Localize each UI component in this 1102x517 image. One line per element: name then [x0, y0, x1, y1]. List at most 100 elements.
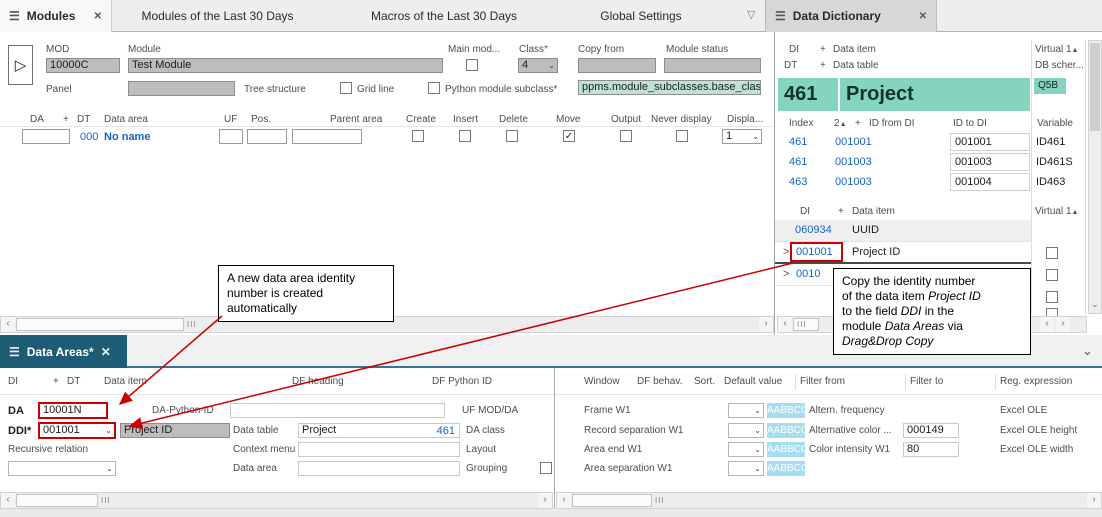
col-header-output[interactable]: Output — [611, 114, 641, 125]
python-subclass-input[interactable]: ppms.module_subclasses.base_clas — [578, 80, 761, 95]
col-header-df-behav[interactable]: DF behav. — [637, 376, 682, 387]
area-end-color-badge[interactable]: AABBCC — [767, 442, 805, 457]
scroll-left-button[interactable]: ‹ — [778, 317, 792, 332]
id-to-cell[interactable]: 001003 — [950, 153, 1030, 171]
alternative-color-input[interactable]: 000149 — [903, 423, 959, 438]
scroll-right-button[interactable]: › — [759, 317, 773, 332]
insert-checkbox[interactable] — [459, 130, 471, 142]
area-separation-color-badge[interactable]: AABBCC — [767, 461, 805, 476]
close-icon[interactable]: ✕ — [101, 345, 111, 359]
data-areas-right-hscrollbar[interactable]: ‹ III › — [556, 492, 1102, 509]
col-header-da[interactable]: DA — [30, 114, 44, 125]
col-header-plus[interactable]: + — [855, 118, 861, 129]
col-header-plus[interactable]: + — [820, 44, 826, 55]
scroll-right-button[interactable]: › — [1087, 493, 1101, 508]
record-separation-select[interactable]: ⌄ — [728, 423, 764, 438]
scroll-left-button[interactable]: ‹ — [557, 493, 571, 508]
scrollbar-grip[interactable]: III — [655, 493, 665, 508]
col-header-insert[interactable]: Insert — [453, 114, 478, 125]
scrollbar-thumb[interactable] — [16, 494, 98, 507]
scroll-left-button[interactable]: ‹ — [1, 493, 15, 508]
id-from-cell[interactable]: 001001 — [835, 136, 872, 148]
di-value[interactable]: 060934 — [795, 224, 832, 236]
col-header-df-python-id[interactable]: DF Python ID — [432, 376, 492, 387]
da-python-id-input[interactable] — [230, 403, 445, 418]
close-icon[interactable]: ✕ — [94, 11, 102, 22]
index-cell[interactable]: 463 — [789, 176, 807, 188]
dt-value[interactable]: 000 — [80, 131, 98, 143]
tab-global-settings[interactable]: Global Settings — [565, 0, 717, 32]
col-header-di[interactable]: DI — [789, 44, 799, 55]
col-header-data-area[interactable]: Data area — [104, 114, 148, 125]
scrollbar-thumb[interactable] — [572, 494, 652, 507]
scroll-left-button[interactable]: ‹ — [1, 317, 15, 332]
frame-w1-color-badge[interactable]: AABBCC — [767, 403, 805, 418]
scrollbar-thumb[interactable] — [1090, 43, 1100, 131]
hamburger-icon[interactable]: ☰ — [775, 9, 786, 23]
scrollbar-grip[interactable]: III — [187, 317, 197, 332]
virtual-checkbox[interactable] — [1046, 247, 1058, 259]
main-module-checkbox[interactable] — [466, 59, 478, 71]
col-header-virtual[interactable]: Virtual 1▲ — [1035, 44, 1078, 55]
col-header-default-value[interactable]: Default value — [724, 376, 782, 387]
scrollbar-grip[interactable]: III — [101, 493, 111, 508]
col-header-data-item[interactable]: Data item — [833, 44, 876, 55]
col-header-uf[interactable]: UF — [224, 114, 237, 125]
col-header-plus[interactable]: + — [820, 60, 826, 71]
item-row-project-id[interactable]: > 001001 Project ID — [775, 242, 1031, 264]
col-header-data-item[interactable]: Data item — [104, 376, 147, 387]
context-menu-input[interactable] — [298, 442, 460, 457]
tab-data-dictionary[interactable]: ☰ Data Dictionary ✕ — [765, 0, 937, 32]
item-name[interactable]: UUID — [852, 224, 879, 236]
col-header-plus[interactable]: + — [838, 206, 844, 217]
col-header-dt[interactable]: DT — [784, 60, 797, 71]
module-status-input[interactable] — [664, 58, 761, 73]
data-area-input[interactable] — [298, 461, 460, 476]
item-row-uuid[interactable]: 060934 UUID — [775, 220, 1031, 242]
delete-checkbox[interactable] — [506, 130, 518, 142]
col-header-data-item[interactable]: Data item — [852, 206, 895, 217]
col-header-filter-from[interactable]: Filter from — [800, 376, 845, 387]
tab-modules[interactable]: ☰ Modules ✕ — [0, 0, 112, 32]
col-header-dt[interactable]: DT — [77, 114, 90, 125]
col-header-plus[interactable]: + — [53, 376, 59, 387]
col-header-delete[interactable]: Delete — [499, 114, 528, 125]
selected-dt-id-cell[interactable]: 461 — [778, 78, 838, 111]
dictionary-vscrollbar[interactable]: ⌄ — [1088, 40, 1102, 314]
tab-overflow-icon[interactable]: ▽ — [747, 8, 755, 21]
recursive-relation-select[interactable]: ⌄ — [8, 461, 116, 476]
da-input[interactable] — [22, 129, 70, 144]
variable-cell[interactable]: ID461S — [1036, 156, 1073, 168]
data-area-link[interactable]: No name — [104, 131, 150, 143]
col-header-virtual[interactable]: Virtual 1▲ — [1035, 206, 1078, 217]
grid-line-checkbox[interactable] — [340, 82, 352, 94]
tab-modules-last-30-days[interactable]: Modules of the Last 30 Days — [115, 0, 320, 32]
di-value[interactable]: 0010 — [796, 268, 820, 280]
area-separation-select[interactable]: ⌄ — [728, 461, 764, 476]
run-module-button[interactable]: ▷ — [8, 45, 33, 85]
col-header-id-from-di[interactable]: ID from DI — [869, 118, 915, 129]
col-header-di[interactable]: DI — [800, 206, 810, 217]
index-cell[interactable]: 461 — [789, 156, 807, 168]
col-header-id-to-di[interactable]: ID to DI — [953, 118, 987, 129]
color-intensity-input[interactable]: 80 — [903, 442, 959, 457]
data-areas-left-hscrollbar[interactable]: ‹ III › — [0, 492, 553, 509]
area-end-select[interactable]: ⌄ — [728, 442, 764, 457]
col-header-variable[interactable]: Variable — [1037, 118, 1073, 129]
never-display-checkbox[interactable] — [676, 130, 688, 142]
pos-input[interactable] — [247, 129, 287, 144]
col-header-parent-area[interactable]: Parent area — [330, 114, 382, 125]
close-icon[interactable]: ✕ — [919, 11, 927, 22]
move-checkbox[interactable]: ✓ — [563, 130, 575, 142]
variable-cell[interactable]: ID461 — [1036, 136, 1065, 148]
variable-cell[interactable]: ID463 — [1036, 176, 1065, 188]
selected-dt-name-cell[interactable]: Project — [840, 78, 1030, 111]
ddi-input[interactable]: 001001 ⌄ — [38, 422, 116, 439]
item-name[interactable]: Project ID — [852, 246, 900, 258]
scrollbar-thumb[interactable] — [16, 318, 184, 331]
data-table-id[interactable]: 461 — [437, 425, 455, 438]
col-header-window[interactable]: Window — [584, 376, 620, 387]
virtual-checkbox[interactable] — [1046, 269, 1058, 281]
record-separation-color-badge[interactable]: AABBCC — [767, 423, 805, 438]
display-select[interactable]: 1 ⌄ — [722, 129, 762, 144]
